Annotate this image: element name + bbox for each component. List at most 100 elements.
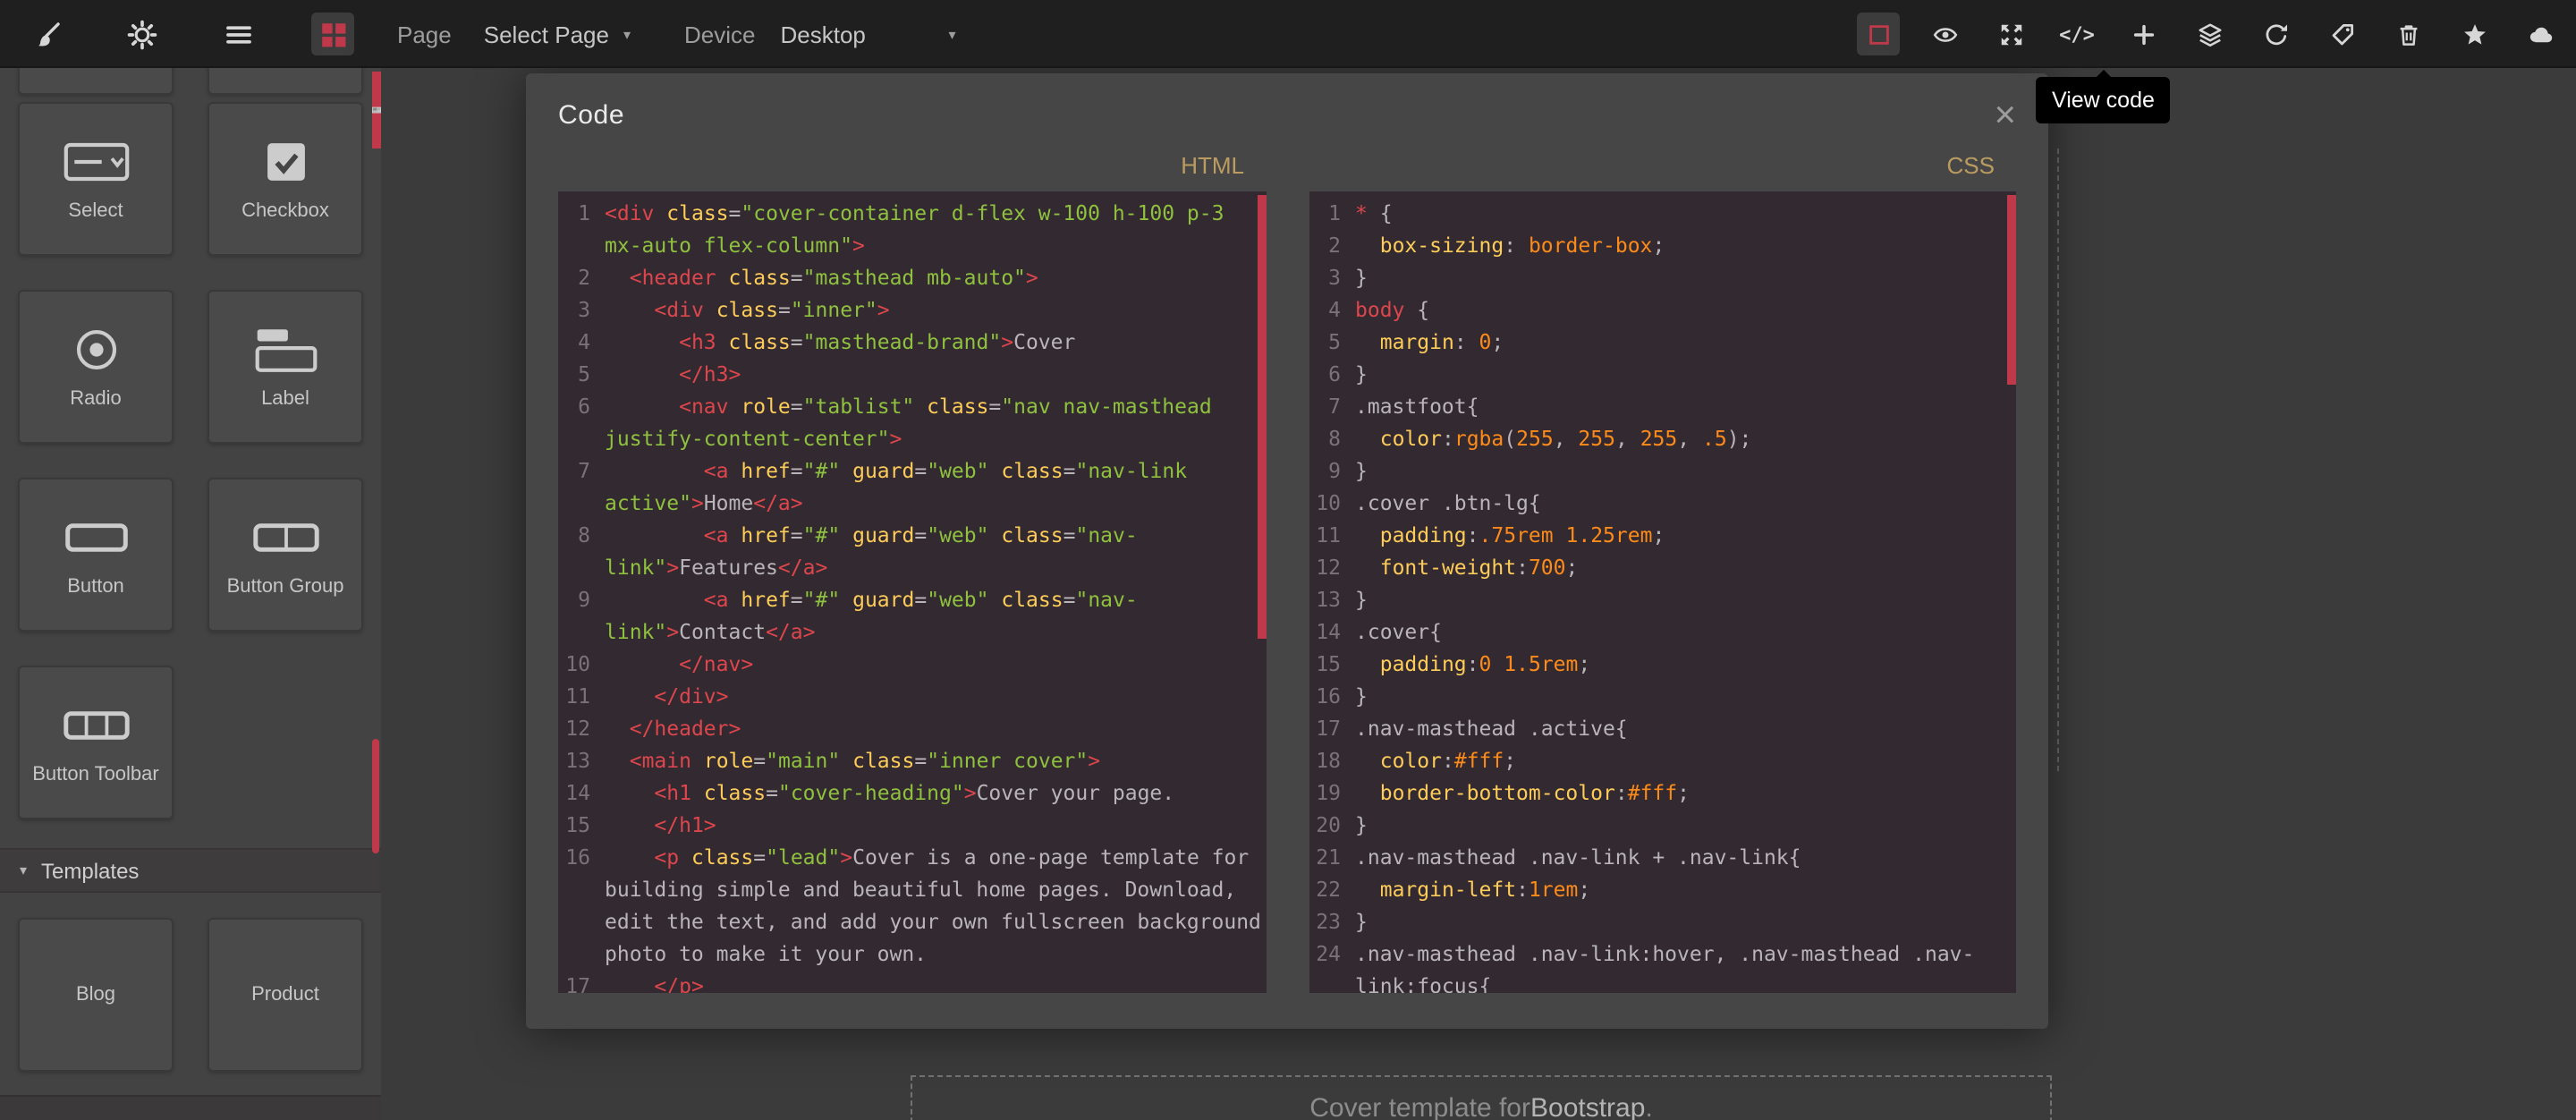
code-line-content: margin: 0;: [1355, 326, 2016, 358]
sidebar-scrollbar[interactable]: [372, 739, 379, 853]
code-token: .nav-masthead .nav-link:hover, .nav-mast…: [1355, 941, 1974, 993]
code-token: class: [729, 265, 791, 290]
code-token: [1355, 877, 1380, 902]
menu-button[interactable]: [216, 13, 259, 55]
code-token: =: [1063, 458, 1076, 483]
code-token: [988, 587, 1001, 612]
code-token: [988, 522, 1001, 547]
block-button-group[interactable]: Button Group: [208, 478, 363, 632]
product-thumbnail: [372, 72, 381, 148]
code-line: 9 <a href="#" guard="web" class="nav-lin…: [558, 583, 1266, 648]
code-line-content: }: [1355, 583, 2016, 615]
line-number: 14: [1309, 615, 1355, 648]
category-next-partial: [0, 1095, 381, 1120]
code-line: 19 border-bottom-color:#fff;: [1309, 776, 2016, 809]
code-line: 11 </div>: [558, 680, 1266, 712]
add-button[interactable]: [2122, 13, 2165, 55]
code-line: 8 <a href="#" guard="web" class="nav-lin…: [558, 519, 1266, 583]
layers-stack-button[interactable]: [2188, 13, 2231, 55]
page-select[interactable]: Select Page ▾: [484, 21, 631, 47]
code-token: font-weight: [1380, 555, 1516, 580]
code-token: "masthead-brand": [803, 329, 1002, 354]
code-token: }: [1355, 909, 1368, 934]
code-token: <a: [704, 458, 729, 483]
editor-scrollbar[interactable]: [1257, 195, 1266, 639]
code-token: =: [1063, 522, 1076, 547]
block-blog[interactable]: Blog: [18, 918, 174, 1072]
block-label: Checkbox: [238, 199, 333, 222]
fullscreen-button[interactable]: [1989, 13, 2032, 55]
tag-button[interactable]: [2320, 13, 2363, 55]
line-number: 1: [1309, 197, 1355, 229]
code-modal: Code × HTML 1<div class="cover-container…: [526, 73, 2048, 1029]
gear-icon: [128, 19, 158, 49]
code-line: 15 </h1>: [558, 809, 1266, 841]
code-token: </div>: [654, 683, 728, 708]
code-line-content: .nav-masthead .nav-link + .nav-link{: [1355, 841, 2016, 873]
code-line: 6}: [1309, 358, 2016, 390]
code-line: 16}: [1309, 680, 2016, 712]
preview-eye-icon: [1931, 21, 1958, 47]
checkbox-icon: [251, 135, 319, 187]
code-token: .nav-masthead .nav-link + .nav-link{: [1355, 844, 1801, 870]
code-token: =: [791, 458, 803, 483]
line-number: 6: [1309, 358, 1355, 390]
html-panel-label: HTML: [558, 152, 1266, 179]
code-token: "#": [803, 458, 841, 483]
blocks-grid-button[interactable]: [312, 13, 355, 55]
code-token: :: [1467, 651, 1479, 676]
category-templates[interactable]: ▾ Templates: [0, 848, 381, 893]
code-token: [729, 394, 741, 419]
line-number: 11: [558, 680, 605, 712]
trash-button[interactable]: [2386, 13, 2429, 55]
block-label: Button Toolbar: [29, 763, 163, 785]
block-button[interactable]: Button: [18, 478, 174, 632]
undo-button[interactable]: [2254, 13, 2297, 55]
star-button[interactable]: [2453, 13, 2496, 55]
line-number: 17: [558, 970, 605, 993]
paint-brush-button[interactable]: [26, 13, 69, 55]
code-line-content: * {: [1355, 197, 2016, 229]
block-checkbox[interactable]: Checkbox: [208, 102, 363, 256]
view-code-button[interactable]: </>: [2055, 13, 2098, 55]
code-token: "cover-heading": [778, 780, 964, 805]
code-token: .5: [1702, 426, 1727, 451]
code-token: Home: [704, 490, 753, 515]
selected-footer-component[interactable]: Cover template for Bootstrap.: [911, 1075, 2052, 1120]
borders-visibility-button[interactable]: [1857, 13, 1900, 55]
close-icon[interactable]: ×: [1994, 101, 2016, 130]
block-radio[interactable]: Radio: [18, 290, 174, 444]
code-token: <header: [630, 265, 716, 290]
block-label[interactable]: Label: [208, 290, 363, 444]
block-product[interactable]: Product: [208, 918, 363, 1072]
code-line: 13}: [1309, 583, 2016, 615]
code-line-content: </nav>: [605, 648, 1266, 680]
menu-icon: [223, 19, 253, 49]
code-line-content: }: [1355, 905, 2016, 938]
code-token: =: [914, 748, 927, 773]
code-line: 9}: [1309, 454, 2016, 487]
code-token: "inner": [791, 297, 877, 322]
cloud-button[interactable]: [2519, 13, 2562, 55]
code-line: 1* {: [1309, 197, 2016, 229]
editor-scrollbar[interactable]: [2007, 195, 2016, 385]
code-token: .cover{: [1355, 619, 1442, 644]
line-number: 5: [1309, 326, 1355, 358]
line-number: 8: [1309, 422, 1355, 454]
device-select[interactable]: Desktop ▾: [781, 21, 956, 47]
code-token: [1355, 555, 1380, 580]
css-code-editor[interactable]: 1* {2 box-sizing: border-box;3}4body {5 …: [1309, 191, 2016, 993]
code-token: 255: [1640, 426, 1678, 451]
html-code-editor[interactable]: 1<div class="cover-container d-flex w-10…: [558, 191, 1266, 993]
code-token: [840, 522, 852, 547]
block-select[interactable]: Select: [18, 102, 174, 256]
code-line-content: .nav-masthead .nav-link:hover, .nav-mast…: [1355, 938, 2016, 993]
preview-eye-button[interactable]: [1923, 13, 1966, 55]
code-token: ,: [1615, 426, 1640, 451]
code-token: :: [1442, 748, 1454, 773]
code-line-content: }: [1355, 261, 2016, 293]
code-token: [605, 361, 679, 386]
code-line: 3}: [1309, 261, 2016, 293]
gear-button[interactable]: [122, 13, 165, 55]
block-button-toolbar[interactable]: Button Toolbar: [18, 666, 174, 819]
